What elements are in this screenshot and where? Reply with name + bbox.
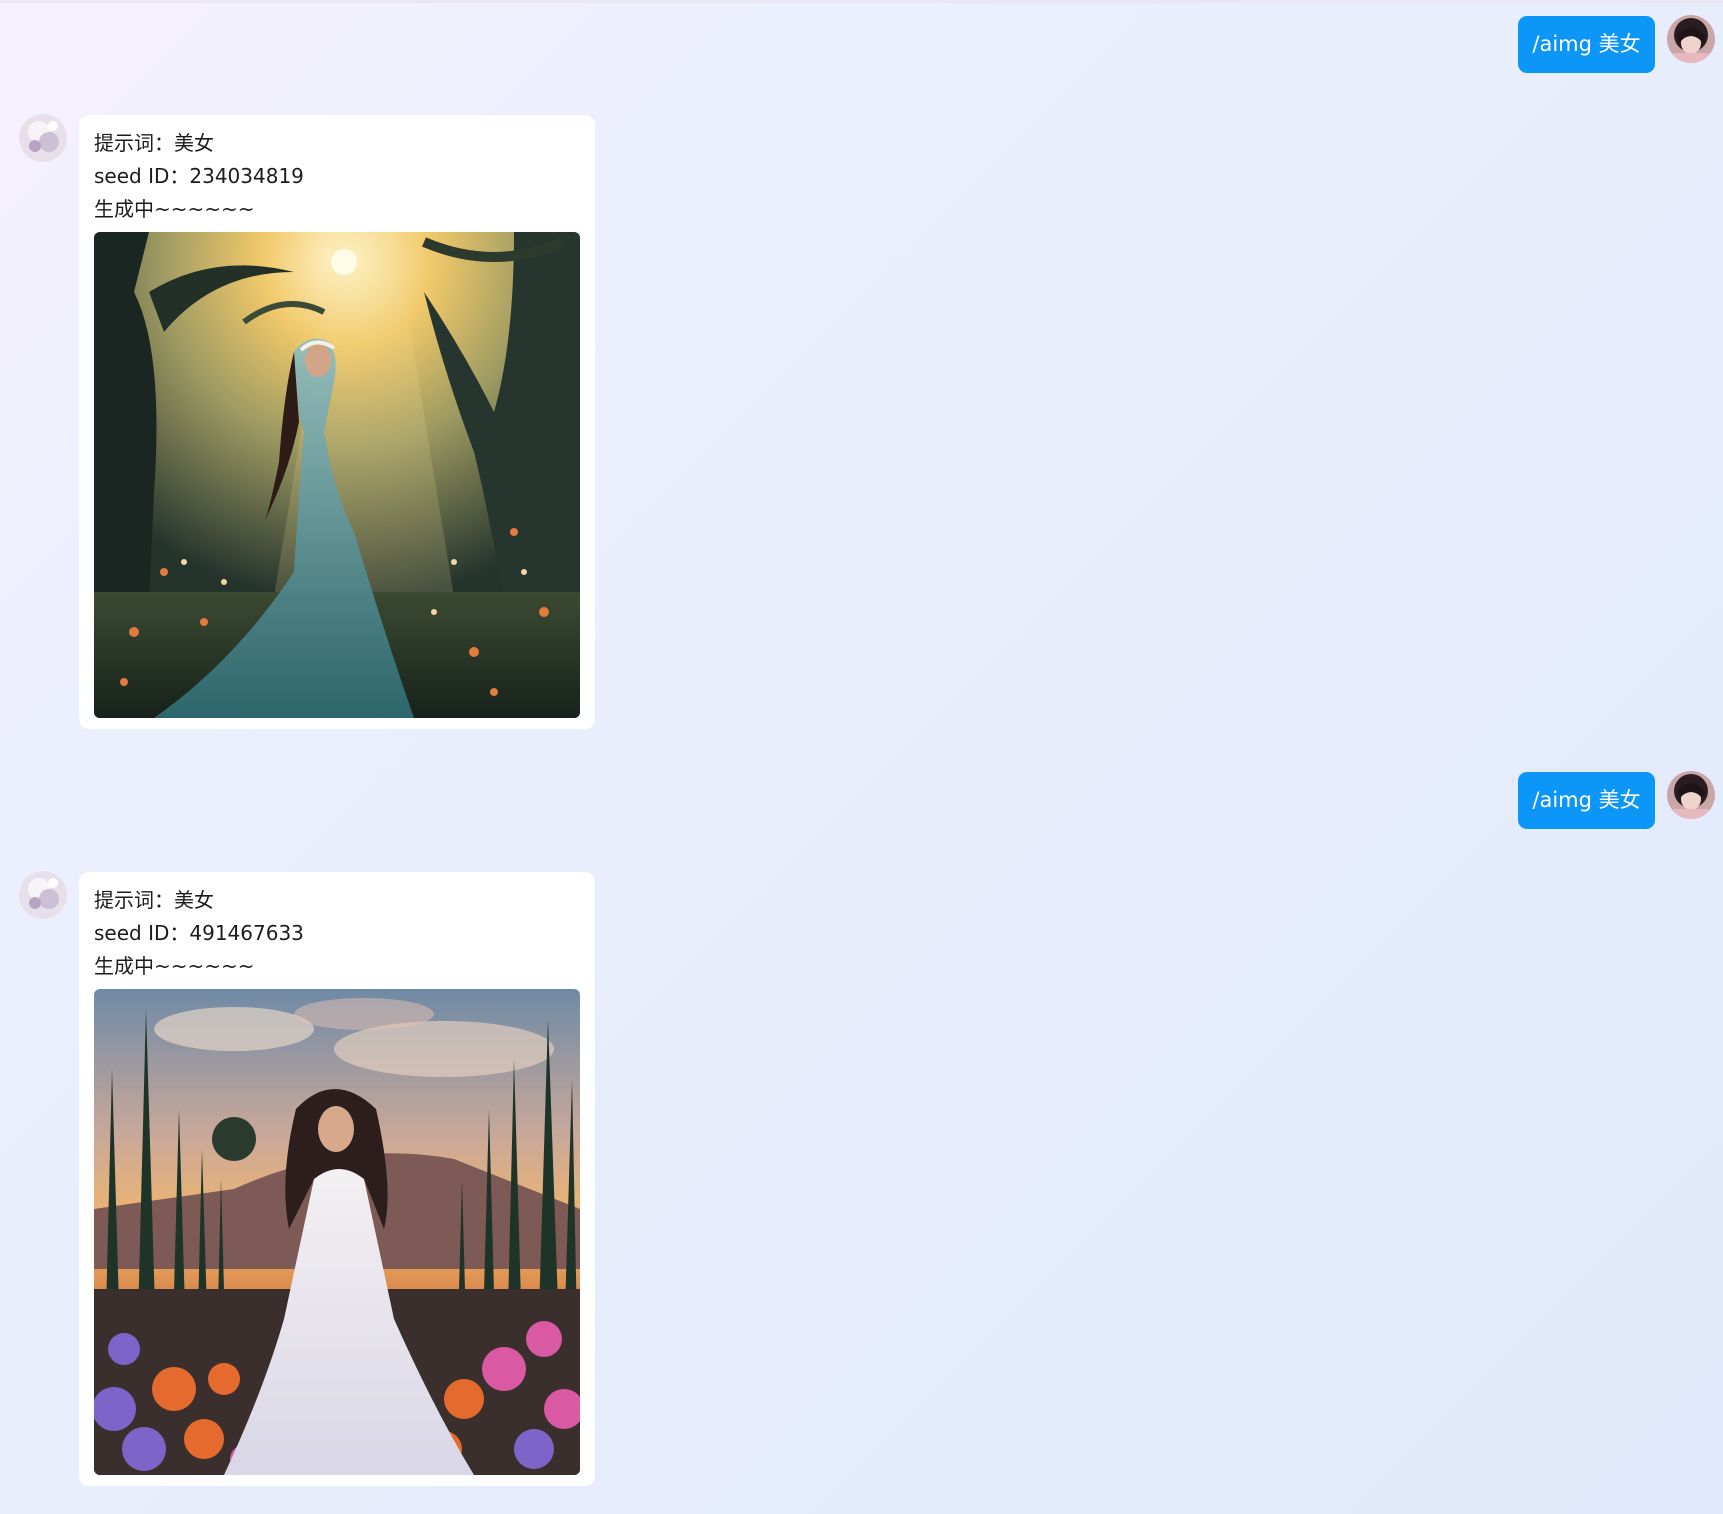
seed-id-line: seed ID：491467633: [94, 921, 304, 945]
bot-message-card: 提示词：美女 seed ID：234034819 生成中~~~~~~: [79, 115, 595, 729]
forest-woman-image[interactable]: [94, 232, 580, 718]
user-message-bubble: /aimg 美女: [1518, 16, 1655, 73]
user-avatar-icon[interactable]: [1667, 771, 1715, 819]
status-line: 生成中~~~~~~: [94, 954, 255, 978]
user-avatar-icon[interactable]: [1667, 15, 1715, 63]
user-message-bubble: /aimg 美女: [1518, 772, 1655, 829]
garden-woman-image[interactable]: [94, 989, 580, 1475]
top-divider: [0, 0, 1723, 3]
bot-message-card: 提示词：美女 seed ID：491467633 生成中~~~~~~: [79, 872, 595, 1486]
bot-avatar-icon[interactable]: [19, 114, 67, 162]
bot-avatar-icon[interactable]: [19, 871, 67, 919]
prompt-line: 提示词：美女: [94, 131, 214, 155]
seed-id-line: seed ID：234034819: [94, 164, 304, 188]
prompt-line: 提示词：美女: [94, 888, 214, 912]
status-line: 生成中~~~~~~: [94, 197, 255, 221]
